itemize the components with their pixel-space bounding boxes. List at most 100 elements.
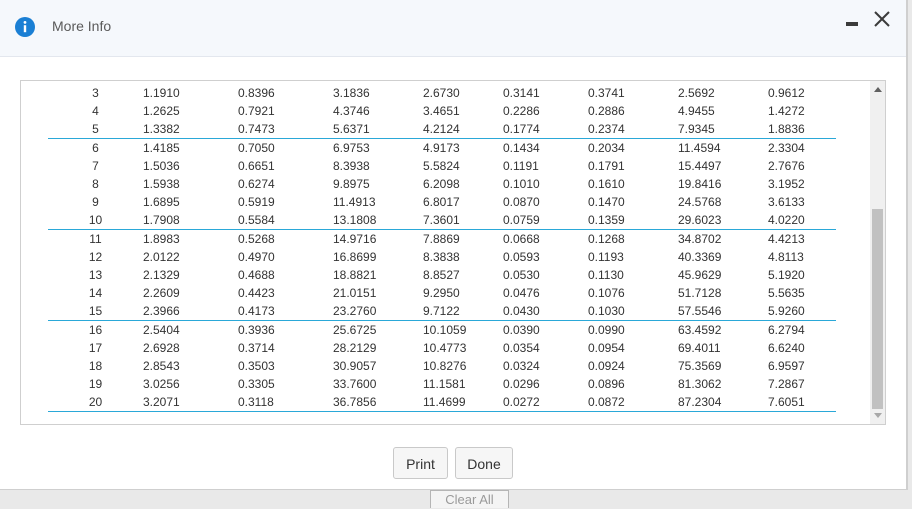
period-cell: 9: [92, 195, 99, 209]
factor-cell: 4.0220: [768, 211, 836, 230]
factor-cell: 10.1059: [423, 323, 467, 337]
factor-cell: 0.9612: [768, 86, 805, 100]
factor-cell: 1.1910: [143, 86, 180, 100]
factor-cell: 0.4970: [238, 250, 275, 264]
factor-cell: 5.6371: [333, 120, 423, 139]
factor-cell: 7.8869: [423, 232, 460, 246]
period-cell: 12: [88, 250, 103, 264]
period-cell: 13: [88, 268, 103, 282]
factor-cell: 0.1434: [503, 141, 540, 155]
vertical-scrollbar[interactable]: [870, 81, 885, 424]
factor-cell: 2.1329: [143, 268, 180, 282]
factor-cell: 1.5036: [143, 159, 180, 173]
factor-cell: 0.0324: [503, 359, 540, 373]
scroll-up-arrow-icon[interactable]: [874, 87, 882, 92]
clear-all-button[interactable]: Clear All: [430, 490, 509, 508]
factor-cell: 69.4011: [678, 341, 721, 355]
factor-cell: 2.6928: [143, 341, 180, 355]
factor-cell: 5.9260: [768, 302, 836, 321]
factor-cell: 1.8836: [768, 120, 836, 139]
factor-cell: 0.3936: [238, 323, 275, 337]
factor-cell: 0.0990: [588, 323, 625, 337]
period-cell: 18: [88, 359, 103, 373]
dialog-header: More Info: [0, 0, 906, 57]
factor-cell: 23.2760: [333, 302, 423, 321]
interest-factor-table: 3 1.1910 0.8396 3.1836 2.6730 0.3141 0.3741 2.5…: [48, 84, 836, 412]
factor-cell: 0.0954: [588, 341, 625, 355]
minimize-icon[interactable]: [846, 22, 858, 26]
factor-cell: 0.0759: [503, 211, 588, 230]
period-cell: 15: [48, 302, 143, 321]
period-cell: 20: [48, 393, 143, 412]
factor-cell: 1.3382: [143, 120, 238, 139]
factor-cell: 0.1076: [588, 286, 625, 300]
factor-cell: 6.8017: [423, 195, 460, 209]
factor-cell: 8.3938: [333, 159, 370, 173]
factor-cell: 1.2625: [143, 104, 180, 118]
factor-cell: 29.6023: [678, 211, 768, 230]
done-button[interactable]: Done: [455, 447, 513, 479]
table-row: 8 1.5938 0.6274 9.8975 6.2098 0.1010 0.1610 19.…: [48, 175, 836, 193]
factor-cell: 6.6240: [768, 341, 805, 355]
factor-cell: 33.7600: [333, 377, 377, 391]
factor-cell: 11.4594: [678, 141, 721, 155]
factor-cell: 0.0272: [503, 393, 588, 412]
factor-cell: 1.5938: [143, 177, 180, 191]
period-cell: 5: [48, 120, 143, 139]
factor-cell: 3.6133: [768, 195, 805, 209]
factor-cell: 6.9597: [768, 359, 805, 373]
factor-cell: 3.0256: [143, 377, 180, 391]
factor-cell: 81.3062: [678, 377, 722, 391]
factor-cell: 0.3503: [238, 359, 275, 373]
factor-cell: 24.5768: [678, 195, 722, 209]
factor-cell: 0.4688: [238, 268, 275, 282]
factor-cell: 0.2374: [588, 120, 678, 139]
factor-cell: 28.2129: [333, 341, 377, 355]
factor-cell: 0.1030: [588, 302, 678, 321]
period-cell: 6: [92, 141, 99, 155]
factor-cell: 2.3966: [143, 302, 238, 321]
factor-cell: 0.1610: [588, 177, 625, 191]
factor-cell: 0.5268: [238, 232, 275, 246]
factor-cell: 0.0872: [588, 393, 678, 412]
table-row: 10 1.7908 0.5584 13.1808 7.3601 0.0759 0.1359 2…: [48, 211, 836, 230]
table-row: 16 2.5404 0.3936 25.6725 10.1059 0.0390 0.0990…: [48, 321, 836, 340]
factor-cell: 1.8983: [143, 232, 180, 246]
print-button[interactable]: Print: [393, 447, 448, 479]
close-icon[interactable]: [872, 9, 892, 29]
factor-cell: 4.9455: [678, 104, 715, 118]
factor-cell: 5.1920: [768, 268, 805, 282]
table-row: 20 3.2071 0.3118 36.7856 11.4699 0.0272 0.0872…: [48, 393, 836, 412]
factor-cell: 0.1193: [588, 250, 624, 264]
factor-cell: 0.3305: [238, 377, 275, 391]
factor-cell: 1.4272: [768, 104, 805, 118]
factor-cell: 0.2034: [588, 141, 625, 155]
factor-cell: 7.6051: [768, 393, 836, 412]
factor-cell: 0.7050: [238, 141, 275, 155]
factor-cell: 0.0896: [588, 377, 625, 391]
factor-cell: 0.0870: [503, 195, 540, 209]
factor-cell: 25.6725: [333, 323, 377, 337]
factor-cell: 7.2867: [768, 377, 805, 391]
factor-cell: 21.0151: [333, 286, 377, 300]
factor-cell: 5.5635: [768, 286, 805, 300]
factor-cell: 5.5824: [423, 159, 460, 173]
scroll-thumb[interactable]: [872, 209, 883, 409]
factor-cell: 40.3369: [678, 250, 722, 264]
period-cell: 3: [92, 86, 99, 100]
table-row: 18 2.8543 0.3503 30.9057 10.8276 0.0324 0.0924…: [48, 357, 836, 375]
factor-cell: 10.4773: [423, 341, 467, 355]
factor-cell: 16.8699: [333, 250, 377, 264]
table-row: 5 1.3382 0.7473 5.6371 4.2124 0.1774 0.2374 7.9…: [48, 120, 836, 139]
factor-cell: 4.4213: [768, 232, 805, 246]
factor-cell: 6.9753: [333, 141, 370, 155]
factor-cell: 2.3304: [768, 141, 805, 155]
factor-cell: 0.0430: [503, 302, 588, 321]
period-cell: 14: [88, 286, 103, 300]
factor-cell: 0.1191: [503, 159, 539, 173]
scroll-down-arrow-icon[interactable]: [874, 413, 882, 418]
factor-cell: 0.0593: [503, 250, 540, 264]
factor-cell: 0.0354: [503, 341, 540, 355]
more-info-dialog: More Info 3 1.1910 0.8396 3.1836 2.6730 0.314…: [0, 0, 908, 490]
factor-cell: 4.3746: [333, 104, 370, 118]
